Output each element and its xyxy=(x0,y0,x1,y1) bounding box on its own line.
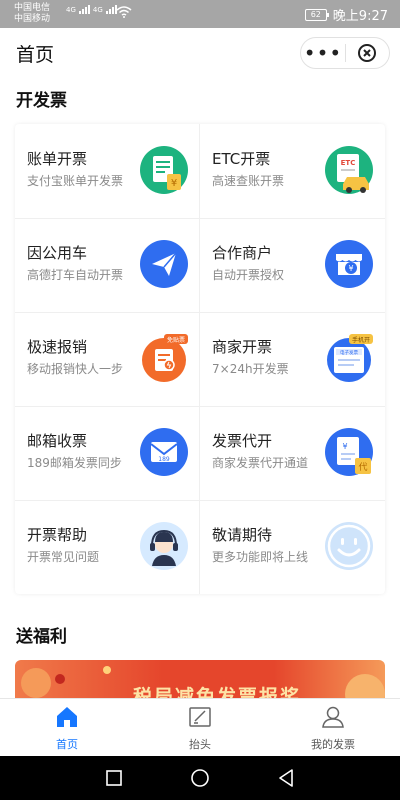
service-partner-merchant[interactable]: 合作商户 自动开票授权 ¥ xyxy=(200,218,385,312)
currency-badge-text: ¥ xyxy=(348,264,353,273)
clock: 晚上9:27 xyxy=(332,9,388,24)
service-title: 因公用车 xyxy=(27,244,88,262)
status-bar: 中国电信 中国移动 4G 4G 62 晚上9:27 xyxy=(0,0,400,28)
banner-decoration xyxy=(345,674,385,700)
service-title: 账单开票 xyxy=(27,150,88,168)
service-title: 商家开票 xyxy=(212,338,273,356)
banner-decoration xyxy=(55,674,65,684)
mini-program-capsule: ••• xyxy=(300,37,390,69)
service-title: 发票代开 xyxy=(212,432,273,450)
service-title: 敬请期待 xyxy=(212,526,273,544)
service-subtitle: 高速查账开票 xyxy=(212,174,285,188)
tab-home-label: 首页 xyxy=(56,738,78,751)
signal-icons: 4G 4G xyxy=(66,5,117,14)
user-icon xyxy=(322,706,344,728)
service-subtitle: 移动报销快人一步 xyxy=(27,362,124,376)
service-subtitle: 高德打车自动开票 xyxy=(27,268,124,282)
back-triangle-icon[interactable] xyxy=(276,768,296,788)
more-menu-button[interactable]: ••• xyxy=(301,43,345,63)
network-type-1: 4G xyxy=(66,6,76,14)
banner-decoration xyxy=(103,666,111,674)
service-official-car[interactable]: 因公用车 高德打车自动开票 xyxy=(15,218,200,312)
wifi-icon xyxy=(116,6,132,18)
service-subtitle: 开票常见问题 xyxy=(27,550,100,564)
carrier-1: 中国电信 xyxy=(14,3,51,13)
proxy-badge-text: 代 xyxy=(358,462,367,473)
service-subtitle: 支付宝账单开发票 xyxy=(27,174,124,188)
network-type-2: 4G xyxy=(92,6,103,14)
carrier-2: 中国移动 xyxy=(14,14,51,24)
battery-icon: 62 xyxy=(304,8,329,21)
promo-banner[interactable]: 税局减免发票报奖 xyxy=(15,660,385,700)
home-icon xyxy=(57,707,77,727)
reimburse-doc-icon: 免贴票 xyxy=(142,334,188,382)
tab-title-label: 抬头 xyxy=(189,738,211,751)
close-circle-icon xyxy=(358,44,377,62)
no-paste-badge-text: 免贴票 xyxy=(167,336,185,344)
service-subtitle: 自动开票授权 xyxy=(212,268,285,282)
title-bar: 首页 ••• xyxy=(0,28,400,78)
section-title-invoice: 开发票 xyxy=(16,91,67,111)
mobile-badge-text: 手机开 xyxy=(352,336,370,344)
mail-icon: 189 xyxy=(140,428,188,476)
service-mailbox-invoice[interactable]: 邮箱收票 189邮箱发票同步 189 xyxy=(15,406,200,500)
service-fast-reimburse[interactable]: 极速报销 移动报销快人一步 免贴票 xyxy=(15,312,200,406)
service-title: 邮箱收票 xyxy=(27,432,88,450)
invoice-services-card: 账单开票 支付宝账单开发票 ¥ ETC开票 高速查账开票 ETC 因公用车 高德… xyxy=(15,124,385,594)
headset-support-icon xyxy=(140,522,188,570)
home-circle-icon[interactable] xyxy=(190,768,210,788)
service-title: 极速报销 xyxy=(27,338,88,356)
etc-car-icon: ETC xyxy=(325,146,373,194)
svg-text:¥: ¥ xyxy=(342,442,347,451)
signal-bars-icon xyxy=(78,5,90,14)
tab-my-invoices-label: 我的发票 xyxy=(311,738,355,751)
service-bill-invoice[interactable]: 账单开票 支付宝账单开发票 ¥ xyxy=(15,124,200,218)
carrier-info: 中国电信 中国移动 xyxy=(14,3,50,25)
service-invoice-help[interactable]: 开票帮助 开票常见问题 xyxy=(15,500,200,594)
e-invoice-text: 电子发票 xyxy=(340,349,358,356)
service-merchant-invoice[interactable]: 商家开票 7×24h开发票 电子发票 手机开 xyxy=(200,312,385,406)
page-title: 首页 xyxy=(16,44,55,66)
mail-189-badge-text: 189 xyxy=(158,456,170,463)
tab-my-invoices[interactable]: 我的发票 xyxy=(273,705,393,752)
service-subtitle: 更多功能即将上线 xyxy=(212,550,309,564)
storefront-icon: ¥ xyxy=(325,240,373,288)
system-nav-bar xyxy=(0,756,400,800)
service-title: 开票帮助 xyxy=(27,526,88,544)
recents-square-icon[interactable] xyxy=(104,768,124,788)
svg-text:¥: ¥ xyxy=(171,178,177,189)
bottom-tab-bar: 首页 抬头 我的发票 xyxy=(0,698,400,756)
service-title: ETC开票 xyxy=(212,150,271,168)
banner-decoration xyxy=(21,668,51,698)
service-subtitle: 7×24h开发票 xyxy=(212,362,289,376)
section-title-welfare: 送福利 xyxy=(16,627,67,647)
invoice-proxy-icon: ¥ 代 xyxy=(325,428,373,476)
tab-home[interactable]: 首页 xyxy=(7,705,127,752)
paper-plane-icon xyxy=(140,240,188,288)
service-title: 合作商户 xyxy=(212,244,273,262)
service-coming-soon[interactable]: 敬请期待 更多功能即将上线 xyxy=(200,500,385,594)
service-subtitle: 189邮箱发票同步 xyxy=(27,456,122,470)
smiley-icon xyxy=(325,522,373,570)
close-button[interactable] xyxy=(346,43,389,63)
edit-doc-icon xyxy=(189,707,211,727)
service-subtitle: 商家发票代开通道 xyxy=(212,456,309,470)
etc-badge-text: ETC xyxy=(341,159,356,167)
phone-invoice-icon: 电子发票 手机开 xyxy=(327,334,373,382)
bill-receipt-icon: ¥ xyxy=(140,146,188,194)
tab-title-header[interactable]: 抬头 xyxy=(140,705,260,752)
service-proxy-invoice[interactable]: 发票代开 商家发票代开通道 ¥ 代 xyxy=(200,406,385,500)
service-etc-invoice[interactable]: ETC开票 高速查账开票 ETC xyxy=(200,124,385,218)
